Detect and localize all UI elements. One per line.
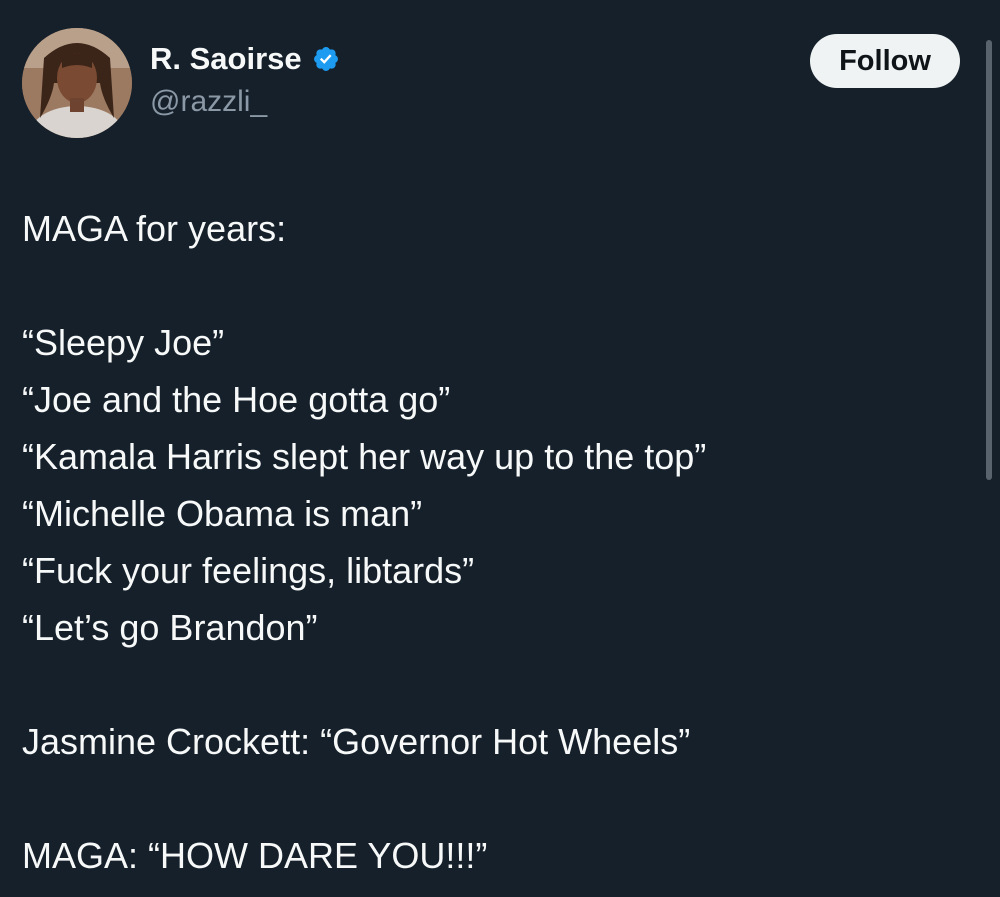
author-handle[interactable]: @razzli_ — [150, 82, 340, 122]
tweet-line: “Joe and the Hoe gotta go” — [22, 379, 451, 420]
follow-button[interactable]: Follow — [810, 34, 960, 88]
tweet-line: “Fuck your feelings, libtards” — [22, 550, 475, 591]
author-name-row: R. Saoirse — [150, 40, 340, 78]
tweet-line: MAGA for years: — [22, 208, 287, 249]
tweet-line: “Sleepy Joe” — [22, 322, 225, 363]
verified-badge-icon[interactable] — [312, 45, 340, 73]
author-info: R. Saoirse @razzli_ — [150, 40, 340, 122]
author-display-name[interactable]: R. Saoirse — [150, 40, 302, 78]
tweet-line: Jasmine Crockett: “Governor Hot Wheels” — [22, 721, 691, 762]
tweet-line: MAGA: “HOW DARE YOU!!!” — [22, 835, 488, 876]
scrollbar[interactable] — [986, 40, 992, 480]
tweet-line: “Michelle Obama is man” — [22, 493, 423, 534]
avatar-image — [22, 28, 132, 138]
tweet-line: “Let’s go Brandon” — [22, 607, 318, 648]
tweet-line: “Kamala Harris slept her way up to the t… — [22, 436, 707, 477]
avatar[interactable] — [22, 28, 132, 138]
tweet-text: MAGA for years: “Sleepy Joe” “Joe and th… — [22, 200, 972, 884]
tweet-header: R. Saoirse @razzli_ Follow — [22, 28, 962, 140]
